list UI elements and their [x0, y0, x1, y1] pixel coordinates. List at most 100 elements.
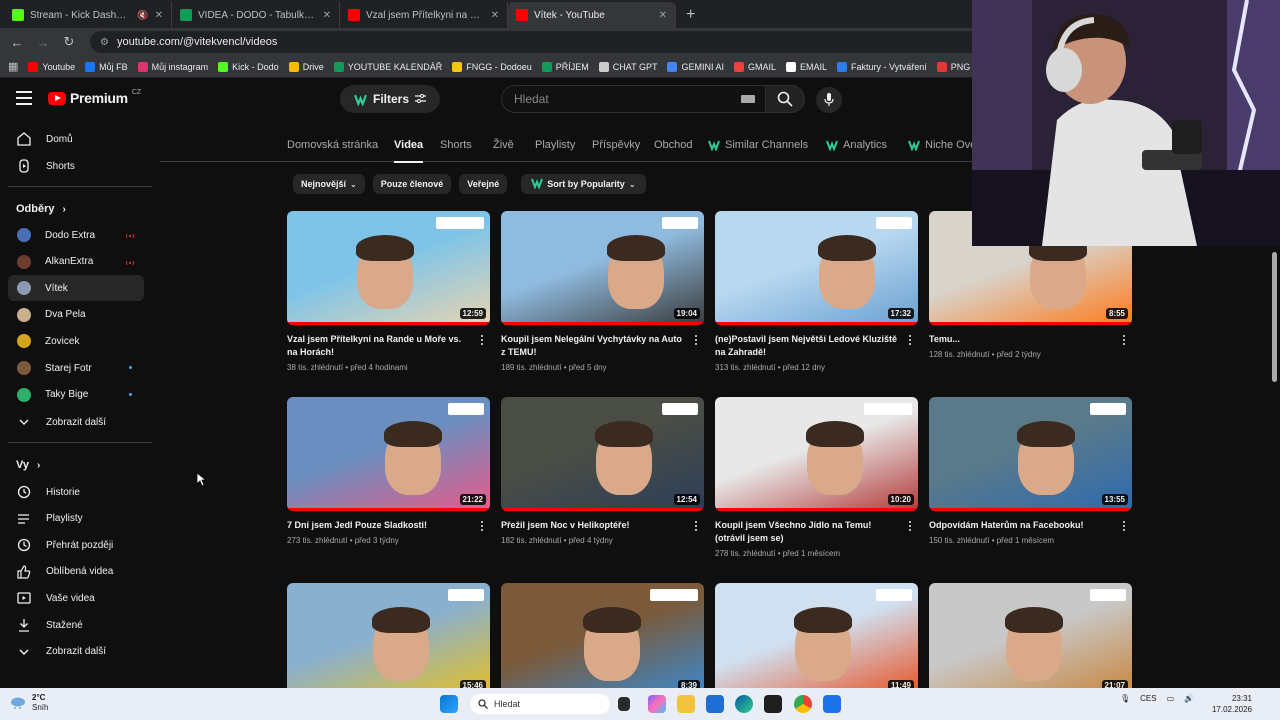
- channel-tab[interactable]: Domovská stránka: [287, 139, 378, 151]
- more-actions-icon[interactable]: [690, 519, 702, 533]
- tab-muted-icon[interactable]: 🔇: [137, 10, 148, 21]
- filter-chip[interactable]: Nejnovější ⌄: [293, 174, 365, 194]
- scrollbar[interactable]: [1270, 246, 1280, 688]
- video-title[interactable]: Odpovídám Haterům na Facebooku!: [929, 519, 1132, 532]
- video-card[interactable]: 12:59 Vzal jsem Přítelkyni na Rande u Moř…: [287, 211, 490, 372]
- chrome-icon[interactable]: [794, 695, 812, 713]
- search-button[interactable]: [765, 85, 805, 113]
- sidebar-item[interactable]: Playlisty: [8, 506, 144, 532]
- more-actions-icon[interactable]: [476, 519, 488, 533]
- reload-icon[interactable]: ↻: [58, 31, 80, 53]
- bookmark-item[interactable]: Můj FB: [85, 61, 128, 72]
- sidebar-item[interactable]: Vítek: [8, 275, 144, 302]
- clock[interactable]: 23:31 17.02.2026: [1210, 693, 1252, 715]
- mic-tray-icon[interactable]: 🎙: [1120, 694, 1130, 703]
- sidebar-item[interactable]: Historie: [8, 479, 144, 505]
- sidebar-item[interactable]: Taky Bige: [8, 382, 144, 408]
- video-card[interactable]: 21:07: [929, 583, 1132, 697]
- browser-tab[interactable]: Stream - Kick Dashboard 🔇 ✕: [4, 2, 172, 28]
- video-thumbnail[interactable]: 11:49: [715, 583, 918, 697]
- store-icon[interactable]: [706, 695, 724, 713]
- forward-icon[interactable]: →: [32, 31, 54, 53]
- channel-tab[interactable]: Videa: [394, 139, 424, 163]
- more-actions-icon[interactable]: [1118, 333, 1130, 347]
- video-card[interactable]: 10:20 Koupil jsem Všechno Jídlo na Temu! …: [715, 397, 918, 558]
- voice-search-button[interactable]: [816, 87, 842, 113]
- video-card[interactable]: 17:32 (ne)Postavil jsem Největší Ledové K…: [715, 211, 918, 372]
- bookmark-item[interactable]: Kick - Dodo: [218, 61, 279, 72]
- channel-tab[interactable]: Niche Ove: [908, 139, 976, 152]
- video-title[interactable]: Koupil jsem Všechno Jídlo na Temu! (otrá…: [715, 519, 918, 545]
- filters-button[interactable]: Filters: [340, 85, 440, 113]
- video-card[interactable]: 13:55 Odpovídám Haterům na Facebooku! 150 …: [929, 397, 1132, 545]
- you-heading[interactable]: Vy ›: [16, 459, 40, 471]
- sidebar-item[interactable]: Oblíbená videa: [8, 559, 144, 585]
- subscriptions-heading[interactable]: Odběry ›: [16, 203, 66, 215]
- sidebar-item[interactable]: Zobrazit další: [8, 639, 144, 665]
- video-card[interactable]: 8:39: [501, 583, 704, 697]
- browser-tab[interactable]: VIDEA - DODO - Tabulky Googl ✕: [172, 2, 340, 28]
- browser-tab[interactable]: Vítek - YouTube ✕: [508, 2, 676, 28]
- more-actions-icon[interactable]: [690, 333, 702, 347]
- video-card[interactable]: 15:46: [287, 583, 490, 697]
- bookmark-item[interactable]: Drive: [288, 61, 324, 72]
- channel-tab[interactable]: Similar Channels: [708, 139, 808, 152]
- video-title[interactable]: 7 Dní jsem Jedl Pouze Sladkosti!: [287, 519, 490, 532]
- apps-icon[interactable]: ▦: [8, 60, 18, 73]
- video-title[interactable]: Přežil jsem Noc v Helikoptéře!: [501, 519, 704, 532]
- back-icon[interactable]: ←: [6, 31, 28, 53]
- bookmark-item[interactable]: EMAIL: [786, 61, 827, 72]
- video-thumbnail[interactable]: 12:59: [287, 211, 490, 325]
- video-thumbnail[interactable]: 10:20: [715, 397, 918, 511]
- video-thumbnail[interactable]: 15:46: [287, 583, 490, 697]
- bookmark-item[interactable]: Youtube: [28, 61, 75, 72]
- menu-icon[interactable]: [16, 91, 32, 105]
- file-explorer-icon[interactable]: [677, 695, 695, 713]
- bookmark-item[interactable]: GEMINI AI: [667, 61, 724, 72]
- start-icon[interactable]: [440, 695, 458, 713]
- address-bar[interactable]: ⚙ youtube.com/@vitekvencl/videos: [90, 31, 1090, 53]
- sort-by-popularity-button[interactable]: Sort by Popularity ⌄: [521, 174, 646, 194]
- more-actions-icon[interactable]: [904, 333, 916, 347]
- video-thumbnail[interactable]: 21:07: [929, 583, 1132, 697]
- sidebar-item[interactable]: Dva Pela: [8, 302, 144, 328]
- sidebar-item[interactable]: AlkanExtra: [8, 249, 144, 275]
- filter-chip[interactable]: Veřejné: [459, 174, 508, 194]
- bookmark-item[interactable]: Faktury - Vytváření: [837, 61, 927, 72]
- sidebar-item[interactable]: Domů: [8, 126, 144, 152]
- tab-close-icon[interactable]: ✕: [323, 10, 331, 21]
- youtube-logo[interactable]: Premium CZ: [48, 89, 141, 106]
- video-title[interactable]: Koupil jsem Nelegální Vychytávky na Auto…: [501, 333, 704, 359]
- task-view-icon[interactable]: [618, 697, 630, 711]
- edge-icon[interactable]: [735, 695, 753, 713]
- network-icon[interactable]: ▭: [1167, 694, 1175, 703]
- weather-widget[interactable]: 2°C Sníh: [10, 693, 48, 713]
- video-thumbnail[interactable]: 17:32: [715, 211, 918, 325]
- sidebar-item[interactable]: Starej Fotr: [8, 355, 144, 381]
- tab-close-icon[interactable]: ✕: [659, 10, 667, 21]
- sidebar-item[interactable]: Shorts: [8, 153, 144, 179]
- bookmark-item[interactable]: Můj instagram: [137, 61, 208, 72]
- filter-chip[interactable]: Pouze členové: [372, 174, 452, 194]
- sidebar-item[interactable]: Přehrát později: [8, 532, 144, 558]
- bookmark-item[interactable]: YOUTUBE KALENDÁŘ: [333, 61, 442, 72]
- site-info-icon[interactable]: ⚙: [100, 37, 109, 48]
- bookmark-item[interactable]: FNGG - Dodoeu: [452, 61, 532, 72]
- taskbar-search[interactable]: Hledat: [470, 694, 610, 714]
- sidebar-item[interactable]: Stažené: [8, 612, 144, 638]
- sidebar-item[interactable]: Dodo Extra: [8, 222, 144, 248]
- video-card[interactable]: 12:54 Přežil jsem Noc v Helikoptéře! 182 t…: [501, 397, 704, 545]
- video-card[interactable]: 11:49: [715, 583, 918, 697]
- video-title[interactable]: Vzal jsem Přítelkyni na Rande u Moře vs.…: [287, 333, 490, 359]
- video-thumbnail[interactable]: 21:22: [287, 397, 490, 511]
- app-icon[interactable]: [823, 695, 841, 713]
- tab-close-icon[interactable]: ✕: [491, 10, 499, 21]
- more-actions-icon[interactable]: [1118, 519, 1130, 533]
- channel-tab[interactable]: Příspěvky: [592, 139, 640, 151]
- more-actions-icon[interactable]: [476, 333, 488, 347]
- video-title[interactable]: Temu...: [929, 333, 1132, 346]
- bookmark-item[interactable]: CHAT GPT: [598, 61, 657, 72]
- more-actions-icon[interactable]: [904, 519, 916, 533]
- channel-tab[interactable]: Shorts: [440, 139, 472, 151]
- video-thumbnail[interactable]: 13:55: [929, 397, 1132, 511]
